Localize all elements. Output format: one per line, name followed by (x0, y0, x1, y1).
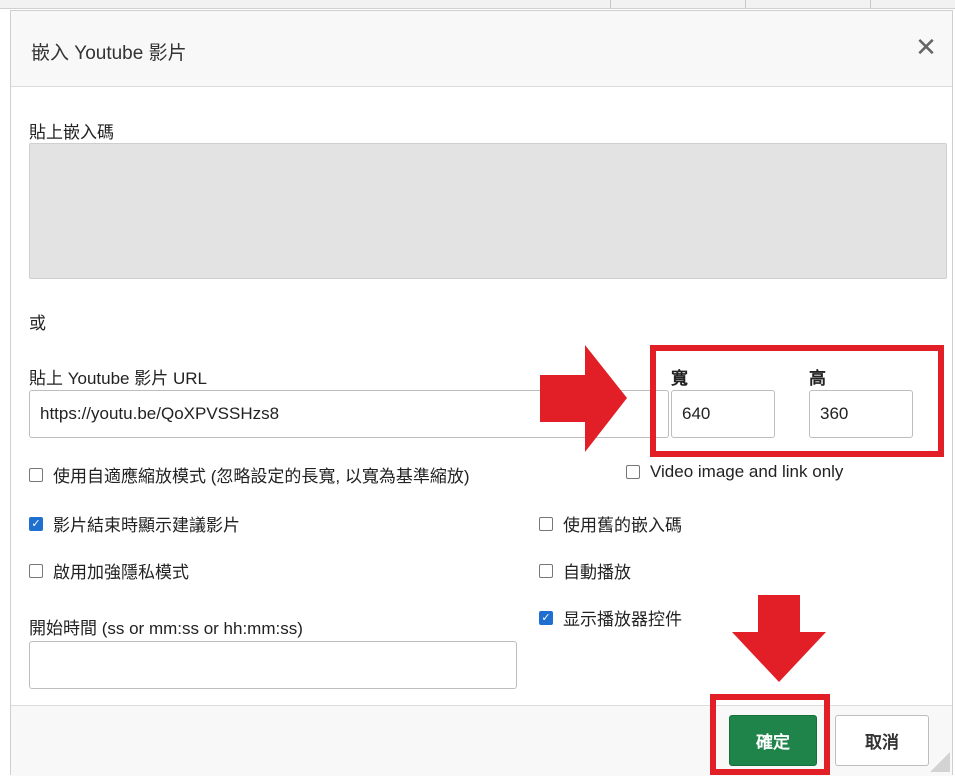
privacy-mode-checkbox[interactable]: 啟用加強隱私模式 (29, 558, 189, 583)
show-controls-checkbox[interactable]: ✓ 显示播放器控件 (539, 605, 682, 630)
cancel-button[interactable]: 取消 (835, 715, 929, 766)
checkbox-box[interactable] (539, 563, 553, 578)
ok-button-highlight-frame (710, 694, 830, 775)
url-input[interactable] (29, 390, 669, 438)
privacy-mode-label: 啟用加強隱私模式 (53, 563, 189, 582)
checkbox-box[interactable] (626, 465, 640, 479)
resize-grip-icon[interactable] (930, 752, 950, 772)
autoplay-checkbox[interactable]: 自動播放 (539, 558, 631, 583)
old-embed-label: 使用舊的嵌入碼 (563, 516, 682, 535)
background-window-edge (0, 0, 955, 9)
show-related-checkbox[interactable]: ✓ 影片結束時顯示建議影片 (29, 511, 240, 536)
autoplay-label: 自動播放 (563, 563, 631, 582)
start-time-label: 開始時間 (ss or mm:ss or hh:mm:ss) (29, 619, 303, 638)
url-label: 貼上 Youtube 影片 URL (29, 369, 207, 388)
checkbox-box[interactable]: ✓ (539, 610, 553, 625)
dialog-header: 嵌入 Youtube 影片 ✕ (11, 11, 952, 87)
responsive-label: 使用自適應縮放模式 (忽略設定的長寬, 以寬為基準縮放) (53, 467, 470, 486)
close-icon[interactable]: ✕ (912, 33, 940, 61)
responsive-checkbox[interactable]: 使用自適應縮放模式 (忽略設定的長寬, 以寬為基準縮放) (29, 462, 470, 487)
checkbox-box[interactable] (29, 563, 43, 578)
start-time-input[interactable] (29, 641, 517, 689)
show-controls-label: 显示播放器控件 (563, 610, 682, 629)
checkbox-box[interactable] (29, 467, 43, 482)
image-link-only-checkbox[interactable]: Video image and link only (626, 462, 843, 482)
dialog-title: 嵌入 Youtube 影片 (31, 43, 187, 64)
checkbox-box[interactable] (539, 516, 553, 531)
size-highlight-frame (650, 345, 944, 457)
embed-code-textarea[interactable] (29, 143, 947, 279)
old-embed-checkbox[interactable]: 使用舊的嵌入碼 (539, 511, 682, 536)
show-related-label: 影片結束時顯示建議影片 (53, 516, 240, 535)
or-label: 或 (29, 314, 46, 333)
image-link-only-label: Video image and link only (650, 462, 844, 481)
embed-code-label: 貼上嵌入碼 (29, 123, 114, 142)
checkbox-box[interactable]: ✓ (29, 516, 43, 531)
